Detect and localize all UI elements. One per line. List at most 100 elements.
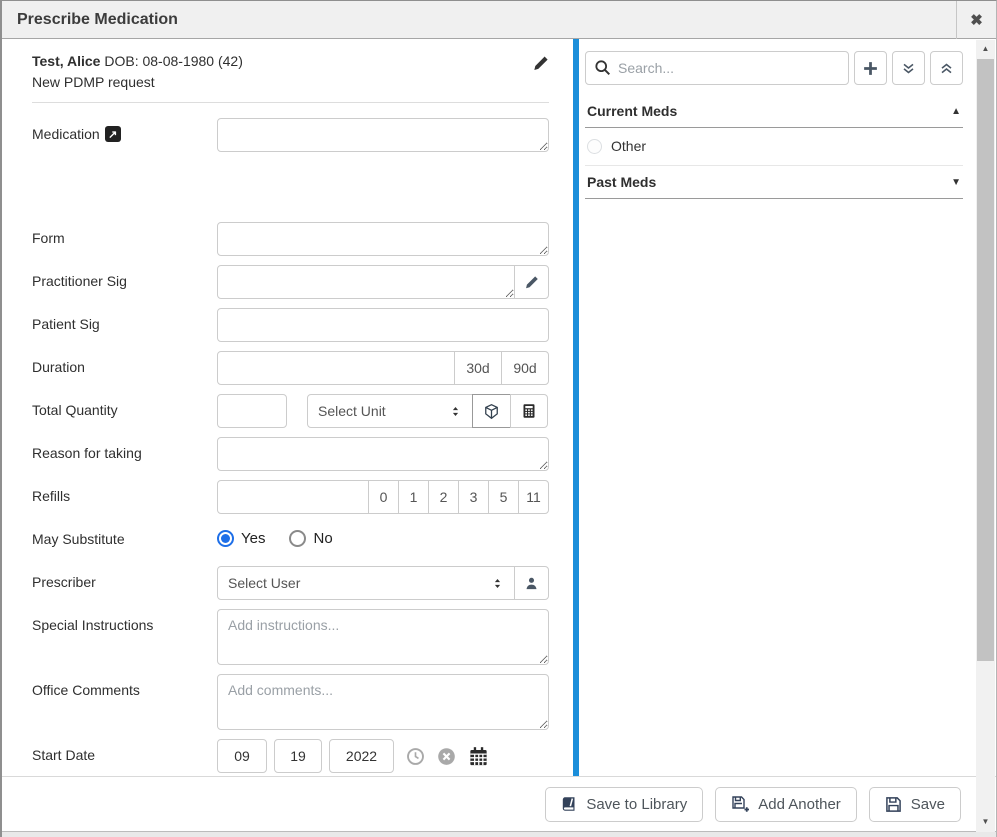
medication-label: Medication bbox=[32, 126, 100, 142]
duration-input[interactable] bbox=[217, 351, 455, 385]
form-row: Form bbox=[32, 222, 549, 256]
patient-sig-input[interactable] bbox=[217, 308, 549, 342]
hidden-section-spacer bbox=[32, 161, 549, 222]
set-time-button[interactable] bbox=[406, 747, 425, 766]
save-to-library-button[interactable]: Save to Library bbox=[545, 787, 703, 822]
prescriber-select-value: Select User bbox=[228, 575, 491, 591]
select-current-user-button[interactable] bbox=[514, 566, 549, 600]
save-to-library-label: Save to Library bbox=[586, 796, 687, 813]
edit-sig-button[interactable] bbox=[514, 265, 549, 299]
modal-title: Prescribe Medication bbox=[2, 11, 956, 29]
other-med-option[interactable]: Other bbox=[585, 128, 963, 166]
patient-info: Test, Alice DOB: 08-08-1980 (42) New PDM… bbox=[32, 53, 532, 90]
clock-icon bbox=[406, 747, 425, 766]
patient-divider bbox=[32, 102, 549, 103]
edit-patient-button[interactable] bbox=[532, 53, 549, 72]
vertical-scrollbar[interactable]: ▲ ▼ bbox=[976, 40, 995, 832]
refills-input[interactable] bbox=[217, 480, 369, 514]
start-date-label: Start Date bbox=[32, 739, 217, 763]
refills-2-button[interactable]: 2 bbox=[428, 480, 459, 514]
pencil-icon bbox=[532, 55, 549, 72]
medication-input[interactable] bbox=[217, 118, 549, 152]
past-meds-header[interactable]: Past Meds ▼ bbox=[585, 168, 963, 199]
medication-external-link-icon[interactable]: ↗ bbox=[105, 126, 121, 142]
add-medication-button[interactable] bbox=[854, 51, 887, 85]
current-meds-header[interactable]: Current Meds ▲ bbox=[585, 97, 963, 128]
scroll-up-arrow[interactable]: ▲ bbox=[976, 40, 995, 57]
refills-1-button[interactable]: 1 bbox=[398, 480, 429, 514]
duration-row: Duration 30d 90d bbox=[32, 351, 549, 385]
dispense-package-button[interactable] bbox=[472, 394, 511, 428]
meds-search-input[interactable] bbox=[585, 51, 849, 85]
special-instructions-input[interactable] bbox=[217, 609, 549, 665]
clear-start-date-button[interactable] bbox=[437, 747, 456, 766]
patient-sig-label: Patient Sig bbox=[32, 308, 217, 332]
office-comments-label: Office Comments bbox=[32, 674, 217, 698]
radio-unselected-icon bbox=[289, 530, 306, 547]
reason-input[interactable] bbox=[217, 437, 549, 471]
quantity-input[interactable] bbox=[217, 394, 287, 428]
scrollbar-thumb[interactable] bbox=[977, 59, 994, 661]
start-day-input[interactable] bbox=[274, 739, 322, 773]
office-comments-row: Office Comments bbox=[32, 674, 549, 730]
total-quantity-row: Total Quantity Select Unit bbox=[32, 394, 549, 428]
start-date-calendar-button[interactable] bbox=[468, 746, 489, 767]
save-label: Save bbox=[911, 796, 945, 813]
plus-icon bbox=[862, 60, 879, 77]
substitute-yes-label: Yes bbox=[241, 530, 265, 547]
current-meds-title: Current Meds bbox=[587, 103, 677, 119]
form-input[interactable] bbox=[217, 222, 549, 256]
save-plus-icon bbox=[731, 795, 749, 813]
duration-30d-button[interactable]: 30d bbox=[454, 351, 502, 385]
modal-footer: Save to Library Add Another Save bbox=[2, 776, 996, 831]
save-button[interactable]: Save bbox=[869, 787, 961, 822]
duration-90d-button[interactable]: 90d bbox=[501, 351, 549, 385]
substitute-no-label: No bbox=[313, 530, 332, 547]
start-year-input[interactable] bbox=[329, 739, 394, 773]
form-label: Form bbox=[32, 222, 217, 246]
practitioner-sig-row: Practitioner Sig bbox=[32, 265, 549, 299]
calendar-icon bbox=[468, 746, 489, 767]
reason-label: Reason for taking bbox=[32, 437, 217, 461]
refills-11-button[interactable]: 11 bbox=[518, 480, 549, 514]
special-instructions-row: Special Instructions bbox=[32, 609, 549, 665]
collapse-all-button[interactable] bbox=[930, 51, 963, 85]
start-month-input[interactable] bbox=[217, 739, 267, 773]
patient-name-dob: Test, Alice DOB: 08-08-1980 (42) bbox=[32, 53, 532, 69]
add-another-button[interactable]: Add Another bbox=[715, 787, 857, 822]
prescriber-select[interactable]: Select User bbox=[217, 566, 515, 600]
modal-titlebar: Prescribe Medication ✖ bbox=[2, 1, 996, 39]
prescription-form: Test, Alice DOB: 08-08-1980 (42) New PDM… bbox=[2, 39, 573, 776]
medication-label-wrap: Medication ↗ bbox=[32, 118, 217, 142]
double-chevron-down-icon bbox=[901, 61, 916, 76]
refills-0-button[interactable]: 0 bbox=[368, 480, 399, 514]
person-icon bbox=[524, 576, 539, 591]
expand-all-button[interactable] bbox=[892, 51, 925, 85]
unit-select[interactable]: Select Unit bbox=[307, 394, 473, 428]
library-book-icon bbox=[561, 796, 577, 812]
practitioner-sig-label: Practitioner Sig bbox=[32, 265, 217, 289]
scroll-down-arrow[interactable]: ▼ bbox=[976, 813, 995, 830]
modal-body: Test, Alice DOB: 08-08-1980 (42) New PDM… bbox=[2, 39, 996, 776]
double-chevron-up-icon bbox=[939, 61, 954, 76]
meds-search-row bbox=[585, 51, 963, 85]
unit-select-value: Select Unit bbox=[318, 403, 449, 419]
close-icon: ✖ bbox=[970, 11, 983, 29]
close-button[interactable]: ✖ bbox=[956, 1, 996, 39]
patient-name: Test, Alice bbox=[32, 53, 100, 69]
quantity-calculator-button[interactable] bbox=[510, 394, 548, 428]
medication-row: Medication ↗ bbox=[32, 118, 549, 152]
special-instructions-label: Special Instructions bbox=[32, 609, 217, 633]
refills-3-button[interactable]: 3 bbox=[458, 480, 489, 514]
patient-sig-row: Patient Sig bbox=[32, 308, 549, 342]
save-floppy-icon bbox=[885, 796, 902, 813]
prescriber-row: Prescriber Select User bbox=[32, 566, 549, 600]
cube-icon bbox=[483, 403, 500, 420]
past-meds-title: Past Meds bbox=[587, 174, 656, 190]
substitute-yes-option[interactable]: Yes bbox=[217, 530, 265, 547]
substitute-no-option[interactable]: No bbox=[289, 530, 332, 547]
meds-panel: Current Meds ▲ Other Past Meds ▼ bbox=[579, 39, 996, 776]
refills-5-button[interactable]: 5 bbox=[488, 480, 519, 514]
practitioner-sig-input[interactable] bbox=[217, 265, 515, 299]
office-comments-input[interactable] bbox=[217, 674, 549, 730]
